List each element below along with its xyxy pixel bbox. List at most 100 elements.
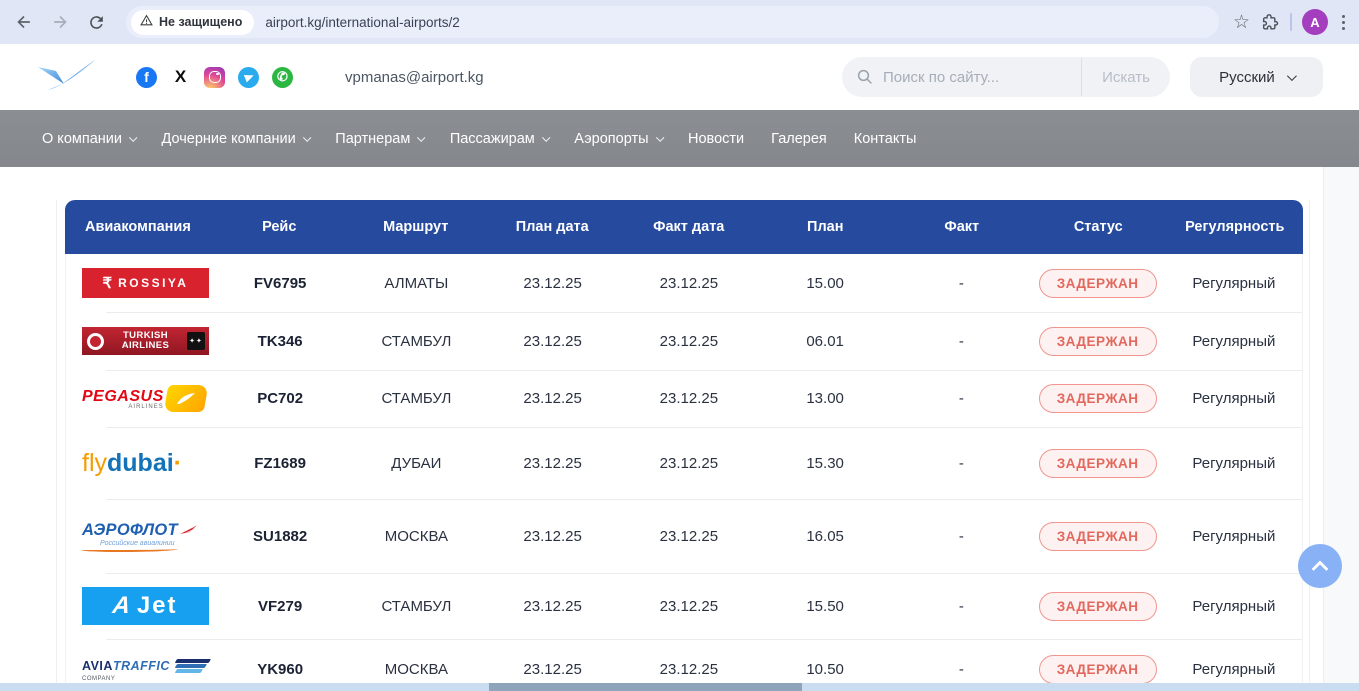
telegram-icon[interactable] <box>238 67 259 88</box>
route: АЛМАТЫ <box>348 275 484 292</box>
status-badge: ЗАДЕРЖАН <box>1039 655 1157 684</box>
search-icon <box>856 68 874 86</box>
plan-time: 06.01 <box>757 333 893 350</box>
table-row: AJet VF279 СТАМБУЛ 23.12.25 23.12.25 15.… <box>66 573 1302 639</box>
plan-date: 23.12.25 <box>485 528 621 545</box>
fact-time: - <box>893 661 1029 678</box>
plan-time: 13.00 <box>757 390 893 407</box>
plan-time: 15.30 <box>757 455 893 472</box>
status-cell: ЗАДЕРЖАН <box>1030 449 1166 478</box>
url-text[interactable]: airport.kg/international-airports/2 <box>265 15 459 30</box>
col-fact: Факт <box>894 219 1031 235</box>
fact-date: 23.12.25 <box>621 333 757 350</box>
flight-number: FZ1689 <box>212 455 348 472</box>
aeroflot-swoosh <box>82 547 178 552</box>
forward-icon[interactable] <box>44 6 76 38</box>
col-status: Статус <box>1030 219 1167 235</box>
plan-date: 23.12.25 <box>485 661 621 678</box>
fact-date: 23.12.25 <box>621 275 757 292</box>
regularity: Регулярный <box>1166 333 1302 350</box>
facebook-icon[interactable]: f <box>136 67 157 88</box>
chevron-down-icon <box>542 133 550 141</box>
profile-avatar[interactable]: A <box>1302 9 1328 35</box>
col-plan-date: План дата <box>484 219 621 235</box>
contact-email[interactable]: vpmanas@airport.kg <box>345 69 484 86</box>
table-row: flydubai· FZ1689 ДУБАИ 23.12.25 23.12.25… <box>66 427 1302 499</box>
plan-time: 16.05 <box>757 528 893 545</box>
language-selector[interactable]: Русский <box>1190 57 1323 97</box>
plan-date: 23.12.25 <box>485 598 621 615</box>
route: МОСКВА <box>348 528 484 545</box>
status-badge: ЗАДЕРЖАН <box>1039 384 1157 413</box>
flight-number: YK960 <box>212 661 348 678</box>
airline-logo-rossiya: ₹ROSSIYA <box>66 268 212 298</box>
nav-item-about[interactable]: О компании <box>42 131 134 147</box>
route: СТАМБУЛ <box>348 598 484 615</box>
pegasus-bird-icon <box>163 385 208 412</box>
flight-number: SU1882 <box>212 528 348 545</box>
instagram-icon[interactable] <box>204 67 225 88</box>
nav-item-subsidiaries[interactable]: Дочерние компании <box>161 131 308 147</box>
security-chip[interactable]: Не защищено <box>131 10 254 35</box>
nav-item-airports[interactable]: Аэропорты <box>574 131 661 147</box>
back-icon[interactable] <box>8 6 40 38</box>
fact-time: - <box>893 598 1029 615</box>
status-cell: ЗАДЕРЖАН <box>1030 592 1166 621</box>
status-badge: ЗАДЕРЖАН <box>1039 522 1157 551</box>
whatsapp-icon[interactable]: ✆ <box>272 67 293 88</box>
plan-time: 15.00 <box>757 275 893 292</box>
aviatraffic-stripes-icon <box>176 659 210 673</box>
plan-time: 10.50 <box>757 661 893 678</box>
nav-item-contacts[interactable]: Контакты <box>854 131 917 147</box>
status-cell: ЗАДЕРЖАН <box>1030 655 1166 684</box>
site-search: Искать <box>842 57 1170 97</box>
search-input[interactable] <box>883 69 1081 86</box>
fact-date: 23.12.25 <box>621 528 757 545</box>
plan-date: 23.12.25 <box>485 455 621 472</box>
fact-date: 23.12.25 <box>621 455 757 472</box>
chevron-down-icon <box>1287 71 1297 81</box>
toolbar-divider <box>1290 13 1292 31</box>
site-logo[interactable] <box>36 57 98 97</box>
address-bar[interactable]: Не защищено airport.kg/international-air… <box>126 6 1219 38</box>
chevron-down-icon <box>656 133 664 141</box>
fact-date: 23.12.25 <box>621 661 757 678</box>
col-regularity: Регулярность <box>1167 219 1304 235</box>
status-cell: ЗАДЕРЖАН <box>1030 384 1166 413</box>
airline-logo-turkish-airlines: TURKISHAIRLINES <box>66 327 212 355</box>
col-airline: Авиакомпания <box>65 219 211 235</box>
route: СТАМБУЛ <box>348 390 484 407</box>
regularity: Регулярный <box>1166 598 1302 615</box>
horizontal-scrollbar-thumb[interactable] <box>489 683 802 691</box>
status-cell: ЗАДЕРЖАН <box>1030 522 1166 551</box>
nav-item-passengers[interactable]: Пассажирам <box>450 131 547 147</box>
nav-item-partners[interactable]: Партнерам <box>335 131 423 147</box>
flight-number: TK346 <box>212 333 348 350</box>
reload-icon[interactable] <box>80 6 112 38</box>
scroll-to-top-button[interactable] <box>1298 544 1342 588</box>
content-area: Авиакомпания Рейс Маршрут План дата Факт… <box>56 200 1310 691</box>
table-row: TURKISHAIRLINES TK346 СТАМБУЛ 23.12.25 2… <box>66 312 1302 370</box>
nav-item-gallery[interactable]: Галерея <box>771 131 827 147</box>
search-button[interactable]: Искать <box>1082 69 1170 86</box>
extensions-icon[interactable] <box>1260 12 1280 32</box>
bookmark-star-icon[interactable]: ☆ <box>1233 13 1250 32</box>
fact-time: - <box>893 455 1029 472</box>
regularity: Регулярный <box>1166 661 1302 678</box>
status-badge: ЗАДЕРЖАН <box>1039 327 1157 356</box>
browser-toolbar: Не защищено airport.kg/international-air… <box>0 0 1359 44</box>
horizontal-scrollbar[interactable] <box>0 683 1359 691</box>
x-twitter-icon[interactable]: X <box>170 67 191 88</box>
warning-icon <box>140 14 153 30</box>
table-header: Авиакомпания Рейс Маршрут План дата Факт… <box>65 200 1303 254</box>
star-patch-icon <box>187 332 205 350</box>
flight-number: PC702 <box>212 390 348 407</box>
chevron-down-icon <box>303 133 311 141</box>
regularity: Регулярный <box>1166 455 1302 472</box>
col-plan: План <box>757 219 894 235</box>
nav-item-news[interactable]: Новости <box>688 131 744 147</box>
regularity: Регулярный <box>1166 275 1302 292</box>
table-row: ₹ROSSIYA FV6795 АЛМАТЫ 23.12.25 23.12.25… <box>66 254 1302 312</box>
menu-kebab-icon[interactable] <box>1338 11 1349 34</box>
page-scrollbar-track[interactable] <box>1323 167 1359 691</box>
